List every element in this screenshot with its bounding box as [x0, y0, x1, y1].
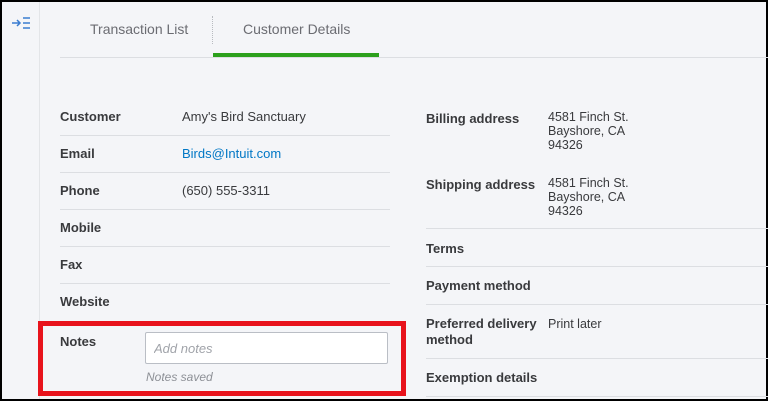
shipping-address-line2: Bayshore, CA: [548, 190, 626, 204]
tab-divider: [212, 16, 213, 44]
collapse-panel-icon[interactable]: [11, 15, 31, 31]
fax-label: Fax: [60, 257, 83, 272]
customer-label: Customer: [60, 109, 121, 124]
notes-highlight-box: [38, 321, 406, 396]
billing-address-line1: 4581 Finch St.: [548, 110, 629, 124]
website-label: Website: [60, 294, 110, 309]
tab-bar: Transaction List Customer Details: [60, 2, 768, 58]
phone-row: Phone (650) 555-3311: [60, 173, 390, 210]
mobile-label: Mobile: [60, 220, 102, 235]
shipping-address-row: Shipping address 4581 Finch St. Bayshore…: [426, 166, 768, 229]
billing-address-line2: Bayshore, CA: [548, 124, 626, 138]
payment-method-label: Payment method: [426, 278, 531, 293]
shipping-address-line1: 4581 Finch St.: [548, 176, 629, 190]
preferred-delivery-value: Print later: [548, 317, 602, 331]
customer-row: Customer Amy's Bird Sanctuary: [60, 99, 390, 136]
fax-row: Fax: [60, 247, 390, 284]
preferred-delivery-row: Preferred delivery method Print later: [426, 305, 768, 359]
phone-value: (650) 555-3311: [182, 183, 270, 198]
shipping-address-line3: 94326: [548, 204, 583, 218]
exemption-details-row: Exemption details: [426, 359, 768, 397]
tab-transaction-list[interactable]: Transaction List: [90, 21, 188, 37]
email-link[interactable]: Birds@Intuit.com: [182, 146, 281, 161]
tab-customer-details[interactable]: Customer Details: [243, 21, 350, 37]
preferred-delivery-label-line2: method: [426, 332, 473, 347]
customer-value: Amy's Bird Sanctuary: [182, 109, 306, 124]
website-row: Website: [60, 284, 390, 321]
terms-label: Terms: [426, 241, 465, 256]
billing-address-label: Billing address: [426, 111, 520, 126]
exemption-details-label: Exemption details: [426, 370, 538, 385]
phone-label: Phone: [60, 183, 100, 198]
terms-row: Terms: [426, 229, 768, 267]
payment-method-row: Payment method: [426, 267, 768, 305]
billing-address-row: Billing address 4581 Finch St. Bayshore,…: [426, 99, 768, 166]
sidebar: [2, 2, 40, 399]
email-row: Email Birds@Intuit.com: [60, 136, 390, 173]
billing-address-line3: 94326: [548, 138, 583, 152]
active-tab-indicator: [213, 53, 379, 57]
preferred-delivery-label-line1: Preferred delivery: [426, 316, 537, 331]
shipping-address-label: Shipping address: [426, 177, 536, 192]
mobile-row: Mobile: [60, 210, 390, 247]
email-label: Email: [60, 146, 95, 161]
